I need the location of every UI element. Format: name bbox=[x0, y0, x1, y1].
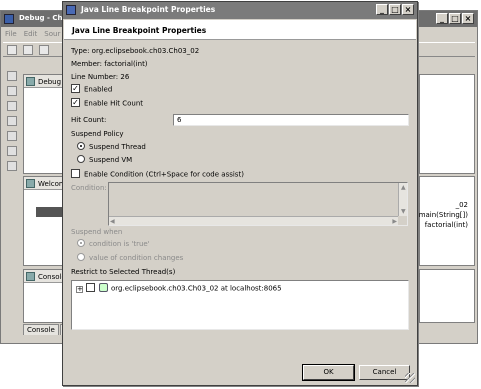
minimize-icon[interactable]: _ bbox=[376, 4, 388, 15]
right-top-panel bbox=[419, 74, 475, 174]
enable-condition-label: Enable Condition bbox=[84, 170, 144, 179]
type-label: Type: bbox=[71, 47, 90, 55]
condition-vertical-scrollbar[interactable]: ▲ ▼ bbox=[398, 183, 407, 216]
condition-changes-radio[interactable]: value of condition changes bbox=[77, 253, 184, 262]
checkbox-icon[interactable] bbox=[71, 169, 80, 178]
tab-console[interactable]: Console bbox=[23, 324, 59, 335]
ide-window-controls: _ □ × bbox=[436, 13, 474, 24]
debug-view-icon[interactable] bbox=[7, 86, 17, 96]
member-value: factorial(int) bbox=[104, 60, 148, 68]
stack-frame[interactable]: factorial(int) bbox=[425, 221, 468, 229]
member-label: Member: bbox=[71, 60, 103, 68]
menu-edit[interactable]: Edit bbox=[24, 30, 38, 40]
expand-icon[interactable]: + bbox=[76, 285, 83, 293]
restrict-threads-label: Restrict to Selected Thread(s) bbox=[71, 268, 176, 276]
debug-view-tab-icon bbox=[26, 77, 35, 86]
scroll-left-icon[interactable]: ◀ bbox=[110, 218, 115, 225]
condition-textarea[interactable]: ▲ ▼ ◀ ▶ bbox=[108, 182, 408, 226]
current-line-highlight bbox=[36, 207, 64, 217]
checkmark-icon[interactable]: ✓ bbox=[71, 84, 80, 93]
eclipse-icon bbox=[4, 14, 14, 24]
suspend-policy-label: Suspend Policy bbox=[71, 130, 124, 138]
right-stack-panel: _02 main(String[]) factorial(int) bbox=[419, 176, 475, 266]
dialog-title-bar: Java Line Breakpoint Properties _ □ × bbox=[63, 2, 417, 19]
enable-condition-checkbox[interactable]: Enable Condition (Ctrl+Space for code as… bbox=[71, 169, 244, 179]
breakpoints-view-icon[interactable] bbox=[7, 116, 17, 126]
perspective-icon[interactable] bbox=[7, 71, 17, 81]
display-view-icon[interactable] bbox=[7, 146, 17, 156]
line-number-row: Line Number: 26 bbox=[71, 73, 129, 81]
breakpoint-properties-dialog: Java Line Breakpoint Properties _ □ × Ja… bbox=[62, 1, 418, 386]
condition-changes-label: value of condition changes bbox=[89, 254, 184, 262]
enabled-checkbox[interactable]: ✓ Enabled bbox=[71, 84, 113, 94]
print-icon[interactable] bbox=[39, 45, 49, 55]
condition-true-label: condition is 'true' bbox=[89, 240, 150, 248]
perspective-bar bbox=[3, 71, 21, 176]
enable-hit-count-label: Enable Hit Count bbox=[84, 99, 144, 108]
cancel-button[interactable]: Cancel bbox=[359, 365, 410, 380]
ok-button[interactable]: OK bbox=[302, 364, 355, 381]
radio-icon[interactable] bbox=[77, 253, 85, 261]
suspend-thread-radio[interactable]: Suspend Thread bbox=[77, 142, 146, 151]
type-value: org.eclipsebook.ch03.Ch03_02 bbox=[91, 47, 200, 55]
condition-true-radio[interactable]: condition is 'true' bbox=[77, 239, 150, 248]
hit-count-label: Hit Count: bbox=[71, 116, 107, 124]
scroll-right-icon[interactable]: ▶ bbox=[392, 218, 397, 225]
dialog-title: Java Line Breakpoint Properties bbox=[81, 5, 216, 14]
threads-tree[interactable]: + org.eclipsebook.ch03.Ch03_02 at localho… bbox=[71, 280, 409, 330]
breakpoint-icon bbox=[66, 5, 76, 15]
minimize-icon[interactable]: _ bbox=[436, 13, 448, 24]
enable-hit-count-checkbox[interactable]: ✓ Enable Hit Count bbox=[71, 98, 144, 108]
console-panel: Console bbox=[23, 269, 66, 323]
new-icon[interactable] bbox=[7, 45, 17, 55]
menu-file[interactable]: File bbox=[5, 30, 17, 40]
suspend-vm-radio[interactable]: Suspend VM bbox=[77, 155, 133, 164]
right-bottom-panel bbox=[419, 269, 475, 323]
maximize-icon[interactable]: □ bbox=[449, 13, 461, 24]
thread-checkbox[interactable] bbox=[86, 283, 95, 292]
maximize-icon[interactable]: □ bbox=[389, 4, 401, 15]
condition-label: Condition: bbox=[71, 184, 107, 192]
suspend-when-label: Suspend when bbox=[71, 228, 123, 236]
line-number-value: 26 bbox=[120, 73, 130, 81]
radio-icon[interactable] bbox=[77, 155, 85, 163]
thread-icon bbox=[99, 283, 108, 292]
condition-horizontal-scrollbar[interactable]: ◀ ▶ bbox=[109, 216, 398, 225]
suspend-vm-label: Suspend VM bbox=[89, 156, 133, 164]
radio-selected-icon[interactable] bbox=[77, 142, 85, 150]
save-icon[interactable] bbox=[23, 45, 33, 55]
thread-label: org.eclipsebook.ch03.Ch03_02 at localhos… bbox=[111, 284, 282, 293]
checkmark-icon[interactable]: ✓ bbox=[71, 98, 80, 107]
scroll-down-icon[interactable]: ▼ bbox=[401, 208, 406, 215]
welcome-tab-icon bbox=[26, 179, 35, 188]
dialog-window-controls: _ □ × bbox=[376, 4, 414, 15]
ide-title: Debug - Ch0 bbox=[19, 14, 68, 22]
enabled-label: Enabled bbox=[84, 85, 113, 94]
hit-count-input[interactable]: 6 bbox=[173, 114, 409, 126]
editor-panel: Welcom bbox=[23, 176, 66, 266]
debug-tab[interactable]: Debug bbox=[38, 78, 61, 86]
variables-view-icon[interactable] bbox=[7, 101, 17, 111]
enable-condition-hint: (Ctrl+Space for code assist) bbox=[145, 170, 244, 179]
line-number-label: Line Number: bbox=[71, 73, 119, 81]
close-icon[interactable]: × bbox=[462, 13, 474, 24]
expressions-view-icon[interactable] bbox=[7, 131, 17, 141]
type-row: Type: org.eclipsebook.ch03.Ch03_02 bbox=[71, 47, 199, 55]
scroll-up-icon[interactable]: ▲ bbox=[401, 184, 406, 191]
radio-selected-icon[interactable] bbox=[77, 239, 85, 247]
thread-item[interactable]: + org.eclipsebook.ch03.Ch03_02 at localho… bbox=[76, 283, 282, 293]
resize-grip-icon[interactable] bbox=[405, 373, 415, 383]
member-row: Member: factorial(int) bbox=[71, 60, 148, 68]
stack-frame[interactable]: _02 bbox=[456, 201, 468, 209]
suspend-thread-label: Suspend Thread bbox=[89, 143, 146, 151]
menu-source[interactable]: Sour bbox=[44, 30, 60, 40]
outline-view-icon[interactable] bbox=[7, 161, 17, 171]
stack-frame[interactable]: main(String[]) bbox=[419, 211, 468, 219]
console-tab-icon bbox=[26, 272, 35, 281]
close-icon[interactable]: × bbox=[402, 4, 414, 15]
debug-panel: Debug bbox=[23, 74, 65, 174]
dialog-header: Java Line Breakpoint Properties bbox=[64, 20, 416, 40]
